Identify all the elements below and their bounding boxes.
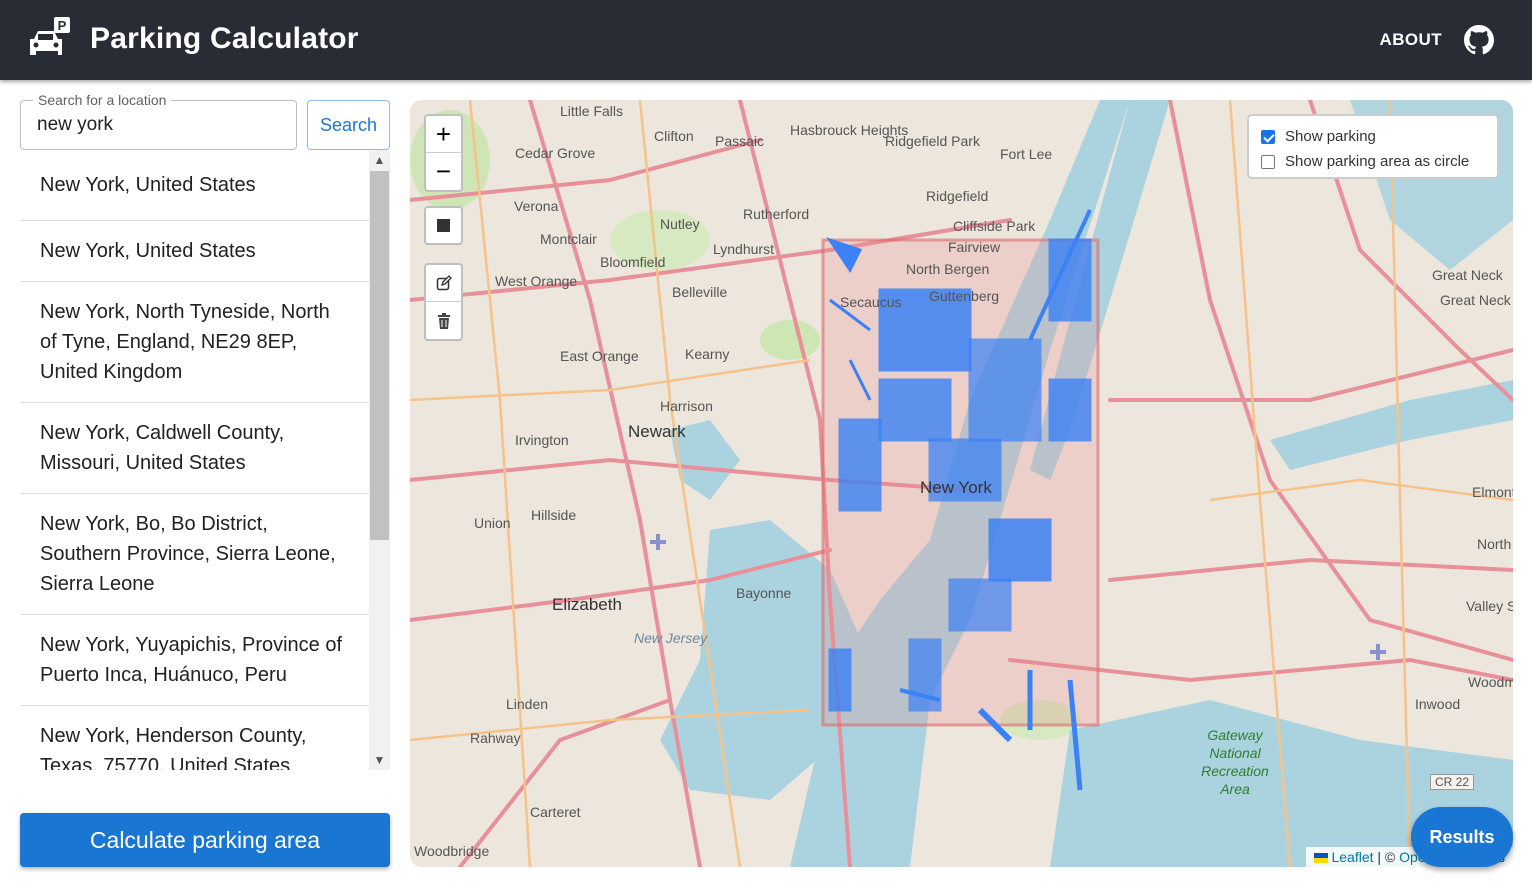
show-circle-option[interactable]: Show parking area as circle xyxy=(1261,149,1485,174)
map-label: Verona xyxy=(514,198,559,214)
list-item-label: New York, United States xyxy=(40,240,256,262)
map-label: East Orange xyxy=(560,348,639,364)
map-label: Cliffside Park xyxy=(953,218,1036,234)
github-icon[interactable] xyxy=(1464,25,1494,55)
map-label: Newark xyxy=(628,422,686,441)
map-label: Woodm xyxy=(1468,674,1513,690)
about-link[interactable]: ABOUT xyxy=(1380,30,1442,50)
map-label: New Jersey xyxy=(634,630,708,646)
map-label: North Bergen xyxy=(906,261,990,277)
list-item[interactable]: New York, United States xyxy=(20,170,369,221)
map-label: Linden xyxy=(506,696,549,712)
search-field-label: Search for a location xyxy=(33,92,172,108)
show-circle-label: Show parking area as circle xyxy=(1285,153,1470,170)
map-label: Lyndhurst xyxy=(713,241,774,257)
list-item-label: New York, Caldwell County, Missouri, Uni… xyxy=(40,422,285,474)
map-label: Cedar Grove xyxy=(515,145,596,161)
map-label: Irvington xyxy=(515,432,569,448)
map-label: North xyxy=(1477,536,1512,552)
results-scrollbar[interactable]: ▲ ▼ xyxy=(369,150,390,770)
map-label: Elizabeth xyxy=(552,595,622,614)
map-label: Union xyxy=(474,515,511,531)
list-item[interactable]: New York, Henderson County, Texas, 75770… xyxy=(20,706,369,770)
map-label: Nutley xyxy=(660,216,700,232)
map-label: Rutherford xyxy=(743,206,810,222)
edit-layers-button[interactable] xyxy=(426,265,461,302)
edit-icon xyxy=(436,275,452,291)
map-label: Clifton xyxy=(654,128,694,144)
search-input[interactable] xyxy=(37,114,287,136)
search-button[interactable]: Search xyxy=(307,100,390,150)
map-label: Rahway xyxy=(470,730,521,746)
show-parking-option[interactable]: Show parking xyxy=(1261,124,1485,149)
map-view[interactable]: Little Falls Clifton Passaic Hasbrouck H… xyxy=(410,100,1513,867)
map-label: CR 22 xyxy=(1430,774,1475,790)
map-label: Harrison xyxy=(660,398,713,414)
map-label: Hillside xyxy=(531,507,577,523)
map-label: Inwood xyxy=(1415,696,1461,712)
map-label: Bayonne xyxy=(736,585,792,601)
list-item[interactable]: New York, Caldwell County, Missouri, Uni… xyxy=(20,403,369,494)
list-item[interactable]: New York, Yuyapichis, Province of Puerto… xyxy=(20,615,369,706)
map-label: New York xyxy=(920,478,992,497)
calculate-parking-area-button[interactable]: Calculate parking area xyxy=(20,813,390,867)
map-label: Gateway National Recreation Area xyxy=(1201,727,1269,797)
list-item[interactable]: New York, Bo, Bo District, Southern Prov… xyxy=(20,494,369,615)
map-label: Elmont xyxy=(1472,484,1513,500)
results-items: New York, United States New York, United… xyxy=(20,170,369,770)
car-parking-icon: P xyxy=(30,17,70,55)
zoom-control: + − xyxy=(424,114,463,192)
list-item-label: New York, Henderson County, Texas, 75770… xyxy=(40,725,307,770)
leaflet-link[interactable]: Leaflet xyxy=(1331,849,1373,865)
map-label: Secaucus xyxy=(840,294,902,310)
app-title: Parking Calculator xyxy=(90,22,359,55)
list-item-label: New York, Bo, Bo District, Southern Prov… xyxy=(40,513,336,595)
map-label: Little Falls xyxy=(560,103,624,119)
zoom-out-button[interactable]: − xyxy=(426,153,461,190)
search-field[interactable]: Search for a location xyxy=(20,92,297,150)
layer-options-panel: Show parking Show parking area as circle xyxy=(1247,114,1499,179)
list-item[interactable]: New York, North Tyneside, North of Tyne,… xyxy=(20,282,369,403)
scroll-down-arrow-icon[interactable]: ▼ xyxy=(369,750,390,770)
map-label: Fairview xyxy=(948,239,1001,255)
show-parking-checkbox[interactable] xyxy=(1261,129,1275,144)
results-button[interactable]: Results xyxy=(1411,807,1513,867)
attribution-separator: | © xyxy=(1373,849,1400,865)
show-circle-checkbox[interactable] xyxy=(1261,154,1275,169)
list-item-label: New York, North Tyneside, North of Tyne,… xyxy=(40,301,330,383)
ukraine-flag-icon xyxy=(1313,853,1328,863)
map-label: Belleville xyxy=(672,284,728,300)
map-label: Fort Lee xyxy=(1000,146,1053,162)
map-label: Bloomfield xyxy=(600,254,666,270)
scroll-up-arrow-icon[interactable]: ▲ xyxy=(369,150,390,170)
map-label: Guttenberg xyxy=(929,288,1000,304)
map-label: Great Neck Plaza xyxy=(1440,292,1513,308)
zoom-in-button[interactable]: + xyxy=(426,116,461,153)
delete-layers-button[interactable] xyxy=(426,302,461,339)
list-item-label: New York, Yuyapichis, Province of Puerto… xyxy=(40,634,343,686)
list-item-label: New York, United States xyxy=(40,174,256,196)
map-label: Ridgefield Park xyxy=(885,133,980,149)
show-parking-label: Show parking xyxy=(1285,128,1376,145)
map-label: Ridgefield xyxy=(926,188,989,204)
location-results-list[interactable]: New York, United States New York, United… xyxy=(20,150,390,770)
rectangle-icon xyxy=(437,219,450,232)
map-label: Montclair xyxy=(540,231,597,247)
map-label: Woodbridge xyxy=(414,843,490,859)
map-label: Carteret xyxy=(530,804,581,820)
trash-icon xyxy=(437,312,450,329)
map-label: Great Neck xyxy=(1432,267,1503,283)
edit-controls xyxy=(424,263,463,341)
scrollbar-thumb[interactable] xyxy=(370,171,389,540)
svg-text:P: P xyxy=(58,18,67,33)
map-label: Kearny xyxy=(685,346,730,362)
map-label: Passaic xyxy=(715,133,765,149)
list-item[interactable]: New York, United States xyxy=(20,221,369,282)
map-label: West Orange xyxy=(495,273,578,289)
map-label: Valley S xyxy=(1466,598,1513,614)
app-bar: P Parking Calculator ABOUT xyxy=(0,0,1532,80)
draw-rectangle-button[interactable] xyxy=(424,206,463,245)
